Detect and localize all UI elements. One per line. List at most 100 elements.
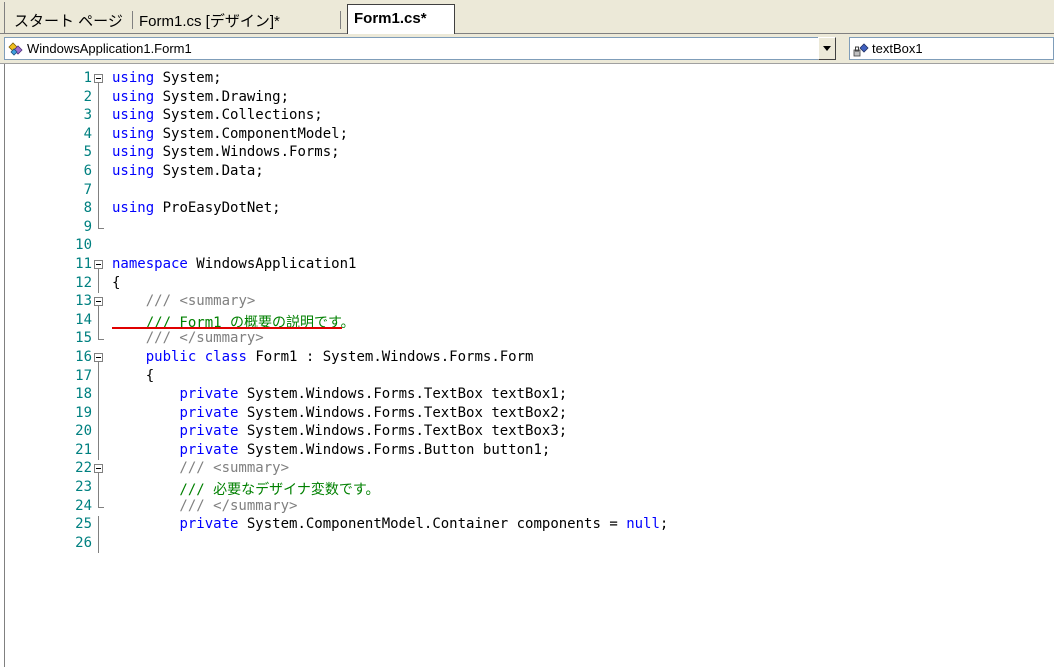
fold-guide: [94, 181, 105, 201]
line-number: 20: [75, 423, 92, 440]
member-dropdown[interactable]: textBox1: [849, 37, 1054, 60]
code-token: /// 必要なデザイナ変数です。: [112, 482, 380, 499]
collapse-icon[interactable]: [94, 293, 105, 313]
line-number: 8: [83, 200, 92, 217]
tab-separator: [340, 11, 341, 29]
code-text: {: [112, 368, 154, 384]
line-number: 9: [83, 218, 92, 235]
code-text: private System.Windows.Forms.TextBox tex…: [112, 386, 567, 402]
code-token: using: [112, 125, 155, 142]
editor-left-border: [4, 64, 5, 667]
line-number: 3: [83, 107, 92, 124]
code-token: <summary>: [179, 293, 256, 310]
code-token: /// </summary>: [112, 497, 298, 514]
fold-end: [94, 218, 105, 238]
fold-guide: [94, 479, 105, 498]
code-text: {: [112, 275, 120, 291]
tab-form1-design[interactable]: Form1.cs [デザイン]*: [139, 10, 280, 31]
fold-guide: [94, 423, 105, 442]
code-token: public: [145, 348, 197, 365]
code-token: System.Windows.Forms;: [154, 144, 340, 161]
code-token: using: [112, 70, 155, 86]
code-text: using ProEasyDotNet;: [112, 200, 281, 216]
highlight-underline: [112, 327, 342, 329]
code-text: private System.Windows.Forms.Button butt…: [112, 442, 550, 458]
code-text: using System.Drawing;: [112, 89, 289, 105]
code-token: System.ComponentModel;: [154, 125, 349, 142]
code-token: System.Windows.Forms.TextBox textBox1;: [238, 386, 568, 403]
code-token: using: [112, 162, 155, 179]
fold-guide: [94, 162, 105, 182]
code-token: {: [112, 274, 121, 291]
fold-none: [94, 237, 105, 256]
class-dropdown-value: WindowsApplication1.Form1: [27, 41, 192, 56]
code-token: ///: [112, 293, 180, 310]
tab-form1-cs[interactable]: Form1.cs*: [347, 4, 455, 34]
class-dropdown[interactable]: WindowsApplication1.Form1: [4, 37, 819, 60]
code-text: using System.Collections;: [112, 107, 323, 123]
class-icon: [8, 42, 23, 56]
fold-guide: [94, 516, 105, 535]
code-text: namespace WindowsApplication1: [112, 256, 356, 272]
code-token: private: [179, 404, 239, 421]
line-number: 5: [83, 144, 92, 161]
code-token: private: [179, 423, 239, 440]
code-token: Form1 : System.Windows.Forms.Form: [246, 348, 534, 365]
line-number: 11: [75, 255, 92, 272]
code-navigation-bar: WindowsApplication1.Form1 textBox1: [0, 34, 1054, 64]
code-token: System;: [154, 70, 222, 86]
tab-start-page[interactable]: スタート ページ: [14, 10, 123, 31]
code-text: using System.ComponentModel;: [112, 126, 348, 142]
code-editor[interactable]: 1 using System; 2 using System.Drawing; 3 usi…: [0, 64, 1054, 667]
line-number: 16: [75, 348, 92, 365]
code-token: System.ComponentModel.Container componen…: [238, 516, 627, 533]
fold-guide: [94, 200, 105, 219]
line-number: 4: [83, 125, 92, 142]
collapse-icon[interactable]: [94, 460, 105, 480]
code-token: null: [626, 516, 660, 533]
line-number: 6: [83, 162, 92, 179]
code-token: private: [179, 386, 239, 403]
line-number: 26: [75, 534, 92, 551]
code-token: System.Windows.Forms.TextBox textBox3;: [238, 423, 568, 440]
line-number: 18: [75, 386, 92, 403]
code-token: using: [112, 88, 155, 105]
fold-guide: [94, 311, 105, 331]
line-number: 23: [75, 479, 92, 496]
code-token: System.Data;: [154, 162, 264, 179]
code-token: System.Drawing;: [154, 88, 290, 105]
tab-form1-cs-label: Form1.cs*: [354, 10, 427, 27]
line-number: 13: [75, 293, 92, 310]
line-number: 21: [75, 441, 92, 458]
collapse-icon[interactable]: [94, 349, 105, 368]
code-token: {: [112, 367, 155, 384]
code-token: private: [179, 441, 239, 458]
line-number: 14: [75, 311, 92, 328]
code-text: public class Form1 : System.Windows.Form…: [112, 348, 534, 365]
code-text: private System.ComponentModel.Container …: [112, 516, 668, 532]
line-number: 10: [75, 237, 92, 254]
fold-guide: [94, 386, 105, 405]
code-token: WindowsApplication1: [187, 255, 357, 272]
code-token: ProEasyDotNet;: [154, 200, 281, 217]
line-number: 22: [75, 460, 92, 477]
fold-guide: [94, 88, 105, 108]
collapse-icon[interactable]: [94, 256, 105, 275]
line-number: 25: [75, 516, 92, 533]
code-text: private System.Windows.Forms.TextBox tex…: [112, 423, 567, 439]
code-text: using System.Data;: [112, 163, 264, 179]
code-token: namespace: [112, 255, 188, 272]
line-number: 2: [83, 88, 92, 105]
tab-bar-edge: [4, 2, 5, 34]
code-token: using: [112, 200, 155, 217]
code-text: /// <summary>: [112, 460, 289, 476]
collapse-icon[interactable]: [94, 70, 105, 89]
code-text: /// </summary>: [112, 330, 264, 346]
class-dropdown-arrow-icon[interactable]: [818, 37, 836, 60]
fold-guide: [94, 441, 105, 461]
code-token: System.Windows.Forms.Button button1;: [238, 441, 551, 458]
line-number: 1: [83, 70, 92, 86]
